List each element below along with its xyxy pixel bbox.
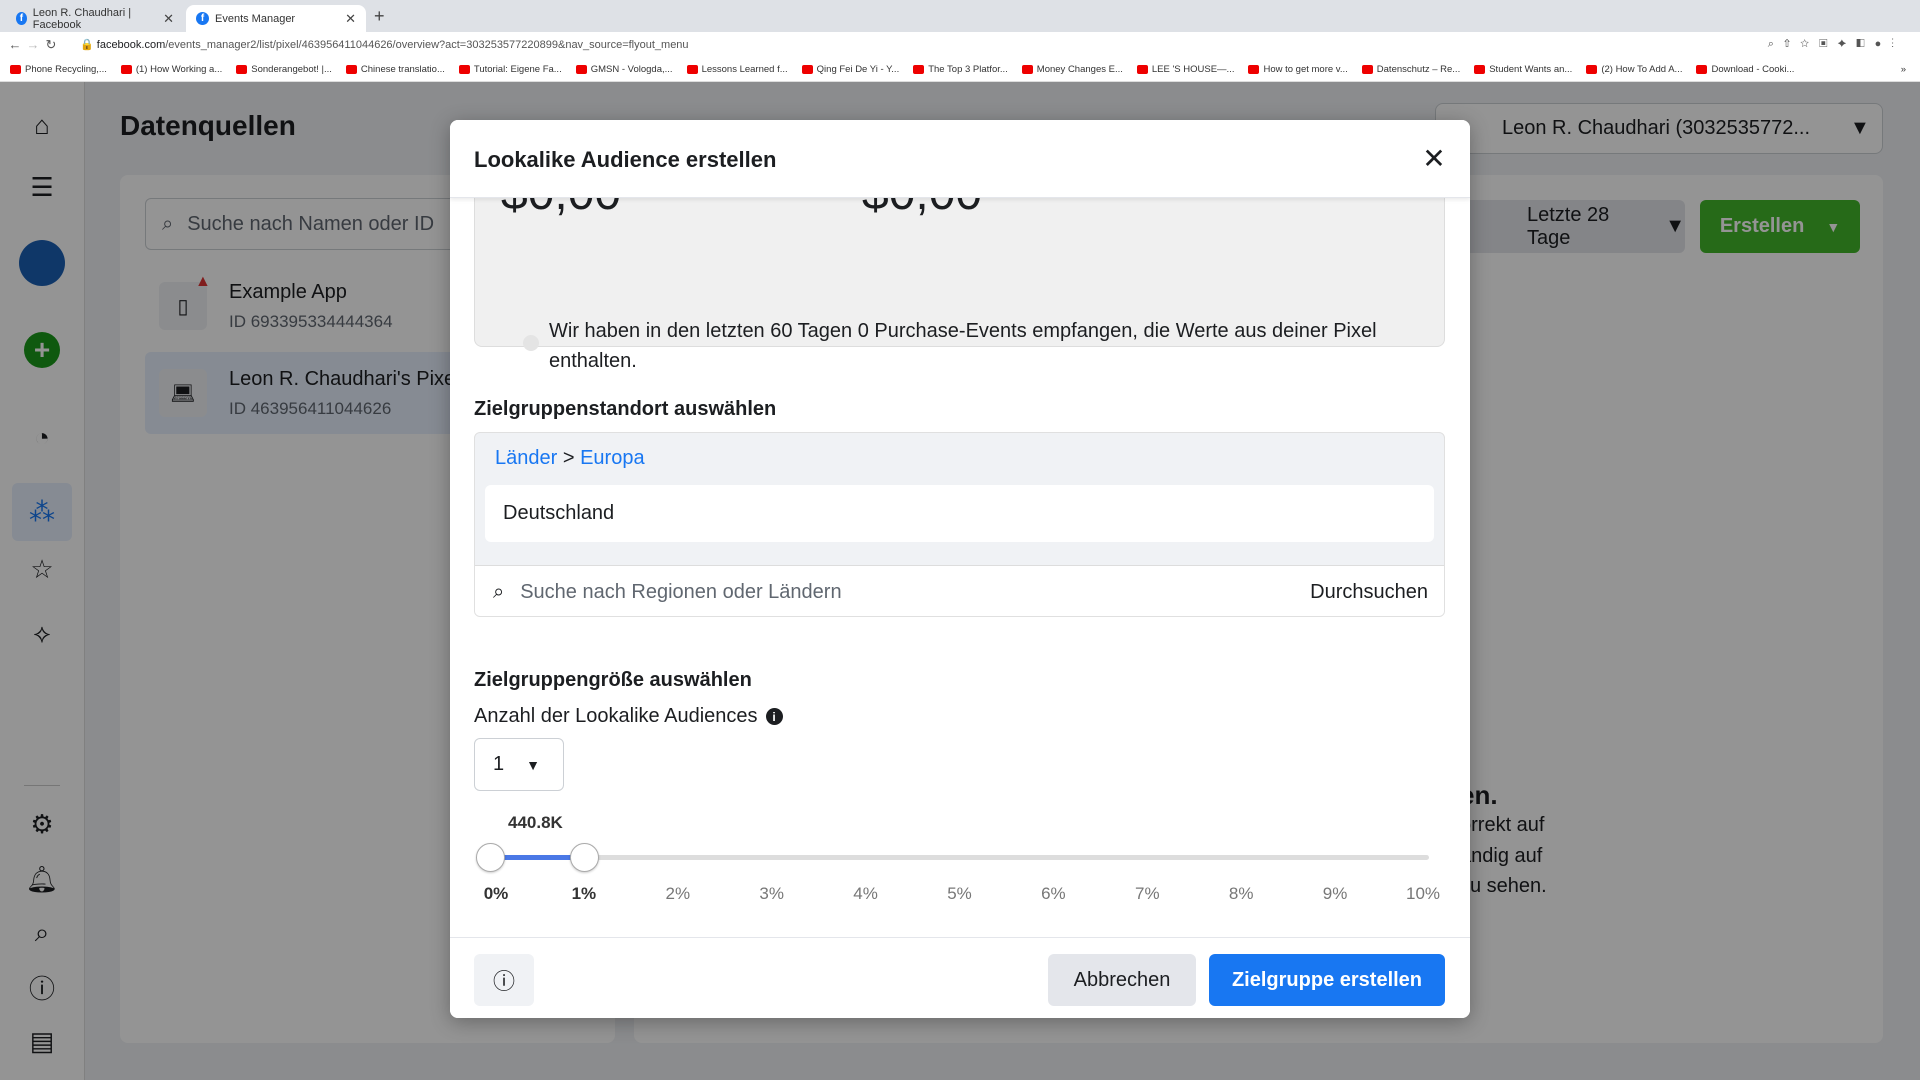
modal-title: Lookalike Audience erstellen: [474, 147, 777, 172]
slider-tick-label: 6%: [1041, 884, 1066, 903]
cancel-button[interactable]: Abbrechen: [1048, 954, 1196, 1006]
address-bar[interactable]: ← → ↻ 🔒 facebook.com/events_manager2/lis…: [0, 32, 1920, 57]
count-label: Anzahl der Lookalike Audiences i: [474, 705, 783, 728]
bookmark-item[interactable]: (2) How To Add A...: [1586, 64, 1682, 75]
url-text[interactable]: 🔒 facebook.com/events_manager2/list/pixe…: [80, 38, 689, 51]
size-heading: Zielgruppengröße auswählen: [474, 669, 752, 691]
reload-icon[interactable]: ↻: [42, 37, 60, 53]
slider-handle-end[interactable]: [569, 843, 599, 872]
bookmark-favicon-icon: [1136, 64, 1148, 74]
purchase-note: Wir haben in den letzten 60 Tagen 0 Purc…: [549, 320, 1377, 372]
bookmarks-overflow-button[interactable]: »: [1901, 64, 1906, 75]
bookmark-favicon-icon: [10, 64, 21, 74]
modal-footer: ⓘ Abbrechen Zielgruppe erstellen: [450, 937, 1470, 1018]
audience-count-select[interactable]: 1 ▼: [474, 738, 564, 791]
tab-bar: f Leon R. Chaudhari | Facebook ✕ f Events M…: [0, 0, 1920, 32]
bookmark-item[interactable]: How to get more v...: [1248, 64, 1348, 75]
bookmark-favicon-icon: [1361, 64, 1373, 74]
close-tab-icon[interactable]: ✕: [345, 11, 356, 27]
bookmark-favicon-icon: [1474, 64, 1486, 74]
modal-header: Lookalike Audience erstellen ✕: [450, 120, 1470, 198]
bookmark-item[interactable]: Datenschutz – Re...: [1361, 64, 1460, 75]
bookmark-item[interactable]: Student Wants an...: [1474, 64, 1572, 75]
bookmark-item[interactable]: LEE 'S HOUSE—...: [1136, 64, 1234, 75]
close-tab-icon[interactable]: ✕: [163, 11, 174, 27]
bookmark-item[interactable]: Chinese translatio...: [345, 64, 445, 75]
location-heading: Zielgruppenstandort auswählen: [474, 398, 777, 420]
info-icon[interactable]: i: [765, 708, 783, 725]
bookmark-item[interactable]: The Top 3 Platfor...: [913, 64, 1008, 75]
slider-tick-label: 3%: [759, 884, 784, 903]
bookmark-favicon-icon: [236, 64, 248, 74]
bookmark-item[interactable]: Download - Cooki...: [1696, 64, 1794, 75]
facebook-icon: f: [196, 12, 209, 25]
back-icon[interactable]: ←: [6, 37, 24, 52]
bookmark-favicon-icon: [1696, 64, 1708, 74]
location-picker: Länder > Europa Deutschland ⌕ Suche nach …: [474, 432, 1445, 617]
bookmark-favicon-icon: [345, 64, 357, 74]
bookmark-favicon-icon: [1248, 64, 1260, 74]
crumb-countries[interactable]: Länder: [495, 447, 557, 469]
close-icon[interactable]: ✕: [1416, 140, 1452, 176]
bookmark-item[interactable]: (1) How Working a...: [120, 64, 222, 75]
bookmark-item[interactable]: Lessons Learned f...: [686, 64, 788, 75]
facebook-icon: f: [16, 12, 27, 25]
crumb-europe[interactable]: Europa: [580, 447, 645, 469]
forward-icon[interactable]: →: [24, 37, 42, 52]
bookmark-favicon-icon: [1586, 64, 1598, 74]
caret-down-icon: ▼: [526, 756, 540, 773]
slider-tick-label: 8%: [1228, 884, 1254, 903]
bookmark-favicon-icon: [458, 64, 470, 74]
slider-track[interactable]: [490, 855, 1429, 860]
slider-handle-start[interactable]: [476, 843, 505, 872]
bookmark-item[interactable]: Money Changes E...: [1021, 64, 1123, 75]
slider-tick-label: 10%: [1405, 884, 1441, 903]
slider-tick-label: 4%: [853, 884, 878, 903]
slider-tick-label: 9%: [1322, 884, 1348, 903]
bookmark-item[interactable]: Qing Fei De Yi - Y...: [801, 64, 899, 75]
breadcrumb: Länder > Europa: [495, 447, 645, 469]
slider-tick-label: 2%: [665, 884, 691, 903]
audience-size-estimate: 440.8K: [508, 813, 563, 832]
bookmark-favicon-icon: [686, 64, 698, 74]
browser-toolbar-icons[interactable]: ⌕⇧☆▣✦◧●⋮: [1768, 38, 1904, 51]
help-button[interactable]: ⓘ: [474, 954, 534, 1006]
search-icon: ⌕: [493, 580, 505, 603]
bookmark-item[interactable]: Sonderangebot! |...: [236, 64, 332, 75]
slider-tick-label: 1%: [571, 884, 597, 903]
bookmark-item[interactable]: Tutorial: Eigene Fa...: [458, 64, 562, 75]
create-audience-button[interactable]: Zielgruppe erstellen: [1209, 954, 1445, 1006]
slider-tick-label: 0%: [483, 884, 509, 903]
bookmark-favicon-icon: [120, 64, 132, 74]
lookalike-modal: $0,00 $0,00 - Wir haben in den letzten 6…: [450, 120, 1470, 1018]
slider-tick-label: 7%: [1135, 884, 1160, 903]
bookmarks-bar: Phone Recycling,... (1) How Working a... S…: [0, 57, 1920, 82]
location-search-input[interactable]: ⌕ Suche nach Regionen oder Ländern Durchsu…: [475, 565, 1444, 616]
bookmark-item[interactable]: Phone Recycling,...: [10, 64, 107, 75]
bookmark-item[interactable]: GMSN - Vologda,...: [575, 64, 673, 75]
bookmark-favicon-icon: [913, 64, 925, 74]
tab-facebook[interactable]: f Leon R. Chaudhari | Facebook ✕: [6, 5, 184, 32]
slider-tick-label: 5%: [947, 884, 972, 903]
bookmark-favicon-icon: [1021, 64, 1033, 74]
selected-country[interactable]: Deutschland: [485, 485, 1434, 542]
new-tab-button[interactable]: +: [374, 6, 385, 27]
bookmark-favicon-icon: [801, 64, 813, 74]
question-icon: ⓘ: [492, 969, 515, 994]
browse-button[interactable]: Durchsuchen: [1310, 581, 1428, 604]
status-dot-icon: [523, 335, 539, 351]
tab-events-manager[interactable]: f Events Manager ✕: [186, 5, 366, 32]
bookmark-favicon-icon: [575, 64, 587, 74]
